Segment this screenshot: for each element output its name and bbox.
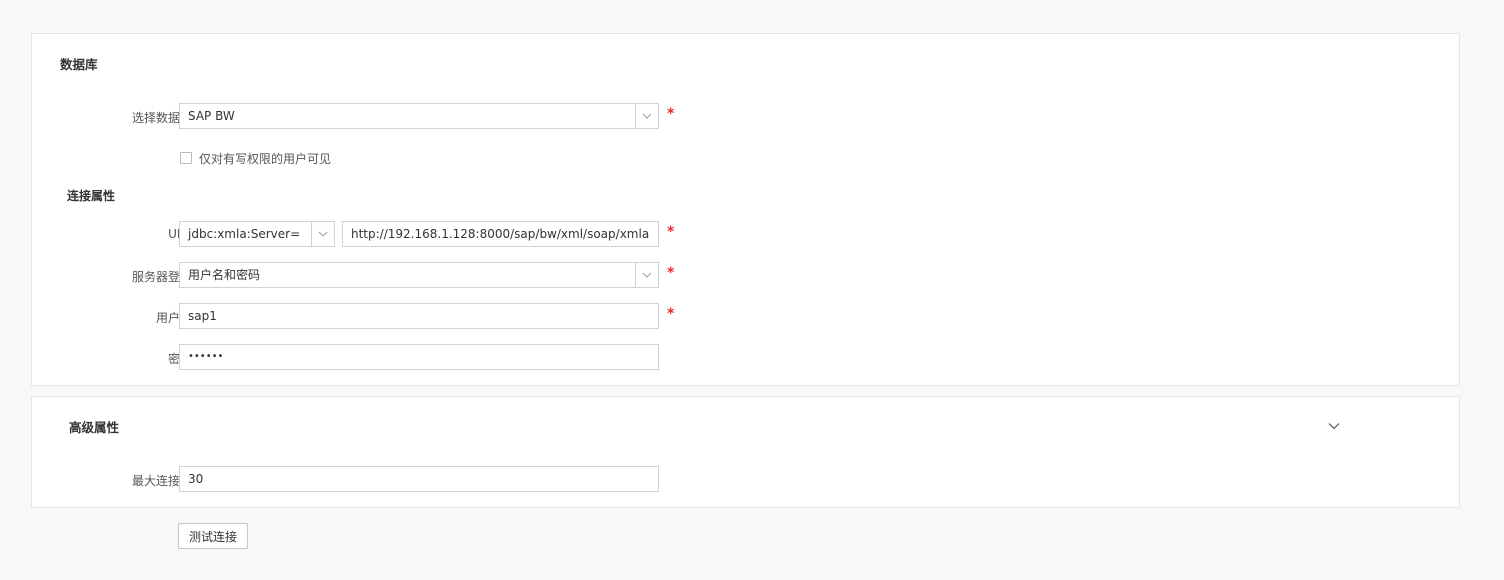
- url-prefix-value: jdbc:xmla:Server=: [188, 227, 301, 241]
- database-section-title: 数据库: [60, 57, 98, 72]
- username-input[interactable]: sap1: [179, 303, 659, 329]
- chevron-down-icon[interactable]: [1328, 419, 1340, 433]
- datasource-select[interactable]: SAP BW: [179, 103, 659, 129]
- chevron-down-icon[interactable]: [311, 222, 334, 246]
- advanced-panel: 高级属性 最大连接数: 30: [31, 396, 1460, 508]
- chevron-down-icon[interactable]: [635, 104, 658, 128]
- server-login-value: 用户名和密码: [188, 268, 261, 282]
- password-input[interactable]: ••••••: [179, 344, 659, 370]
- connection-properties-title: 连接属性: [67, 189, 116, 203]
- max-connections-label: 最大连接数:: [131, 474, 196, 488]
- required-mark: *: [667, 106, 675, 122]
- datasource-select-value: SAP BW: [188, 109, 235, 123]
- datasource-label: 选择数据源:: [131, 111, 196, 125]
- database-panel: 数据库 选择数据源: SAP BW * 仅对有写权限的用户可见 连接属性 URL…: [31, 33, 1460, 386]
- password-label: 密码:: [36, 350, 196, 367]
- advanced-section-title: 高级属性: [69, 420, 120, 435]
- write-permission-checkbox-label: 仅对有写权限的用户可见: [199, 152, 332, 166]
- chevron-down-icon[interactable]: [635, 263, 658, 287]
- url-input[interactable]: http://192.168.1.128:8000/sap/bw/xml/soa…: [342, 221, 659, 247]
- username-label: 用户名:: [155, 311, 196, 325]
- server-login-label: 服务器登录:: [131, 270, 196, 284]
- test-connection-button[interactable]: 测试连接: [178, 523, 248, 549]
- url-label: URL:: [36, 227, 196, 241]
- url-prefix-select[interactable]: jdbc:xmla:Server=: [179, 221, 335, 247]
- max-connections-input[interactable]: 30: [179, 466, 659, 492]
- required-mark: *: [667, 224, 675, 240]
- server-login-select[interactable]: 用户名和密码: [179, 262, 659, 288]
- write-permission-checkbox[interactable]: [180, 152, 192, 164]
- required-mark: *: [667, 306, 675, 322]
- required-mark: *: [667, 265, 675, 281]
